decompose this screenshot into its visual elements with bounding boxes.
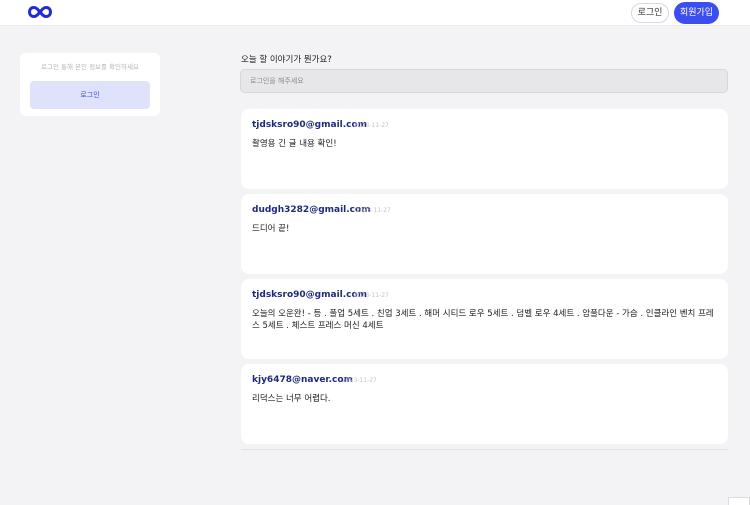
top-navigation-bar: 로그인 회원가입 [0, 0, 750, 26]
signup-button[interactable]: 회원가입 [674, 2, 719, 24]
post-date: 2023-11-27 [354, 292, 389, 299]
sidebar-login-button[interactable]: 로그인 [30, 81, 150, 109]
post-date: 2023-11-27 [356, 207, 391, 214]
post-body: 촬영용 긴 글 내용 확인! [252, 139, 337, 149]
post-date: 2023-11-27 [342, 377, 377, 384]
feed-divider [241, 449, 728, 450]
post-card[interactable]: dudgh3282@gmail.com 2023-11-27 드디어 끝! [241, 194, 728, 274]
scroll-corner [728, 497, 750, 505]
post-author[interactable]: tjdsksro90@gmail.com [252, 120, 367, 130]
infinity-logo-icon[interactable] [28, 5, 52, 19]
post-card[interactable]: kjy6478@naver.com 2023-11-27 리덕스는 너무 어렵다… [241, 364, 728, 444]
login-button[interactable]: 로그인 [631, 3, 669, 23]
post-input[interactable] [240, 69, 728, 93]
post-body: 리덕스는 너무 어렵다. [252, 394, 331, 404]
post-author[interactable]: dudgh3282@gmail.com [252, 205, 371, 215]
profile-login-card: 로그인 통해 본인 정보를 확인하세요 로그인 [20, 53, 160, 116]
post-body: 드디어 끝! [252, 224, 290, 234]
post-card[interactable]: tjdsksro90@gmail.com 2023-11-27 촬영용 긴 글 … [241, 109, 728, 189]
post-author[interactable]: tjdsksro90@gmail.com [252, 290, 367, 300]
login-hint-text: 로그인 통해 본인 정보를 확인하세요 [41, 63, 139, 71]
post-card[interactable]: tjdsksro90@gmail.com 2023-11-27 오늘의 오운완!… [241, 279, 728, 359]
composer-question: 오늘 할 이야기가 뭔가요? [241, 55, 332, 65]
post-body: 오늘의 오운완! - 등 . 풀업 5세트 . 친업 3세트 . 해머 시티드 … [252, 309, 714, 331]
post-author[interactable]: kjy6478@naver.com [252, 375, 353, 385]
post-date: 2023-11-27 [354, 122, 389, 129]
